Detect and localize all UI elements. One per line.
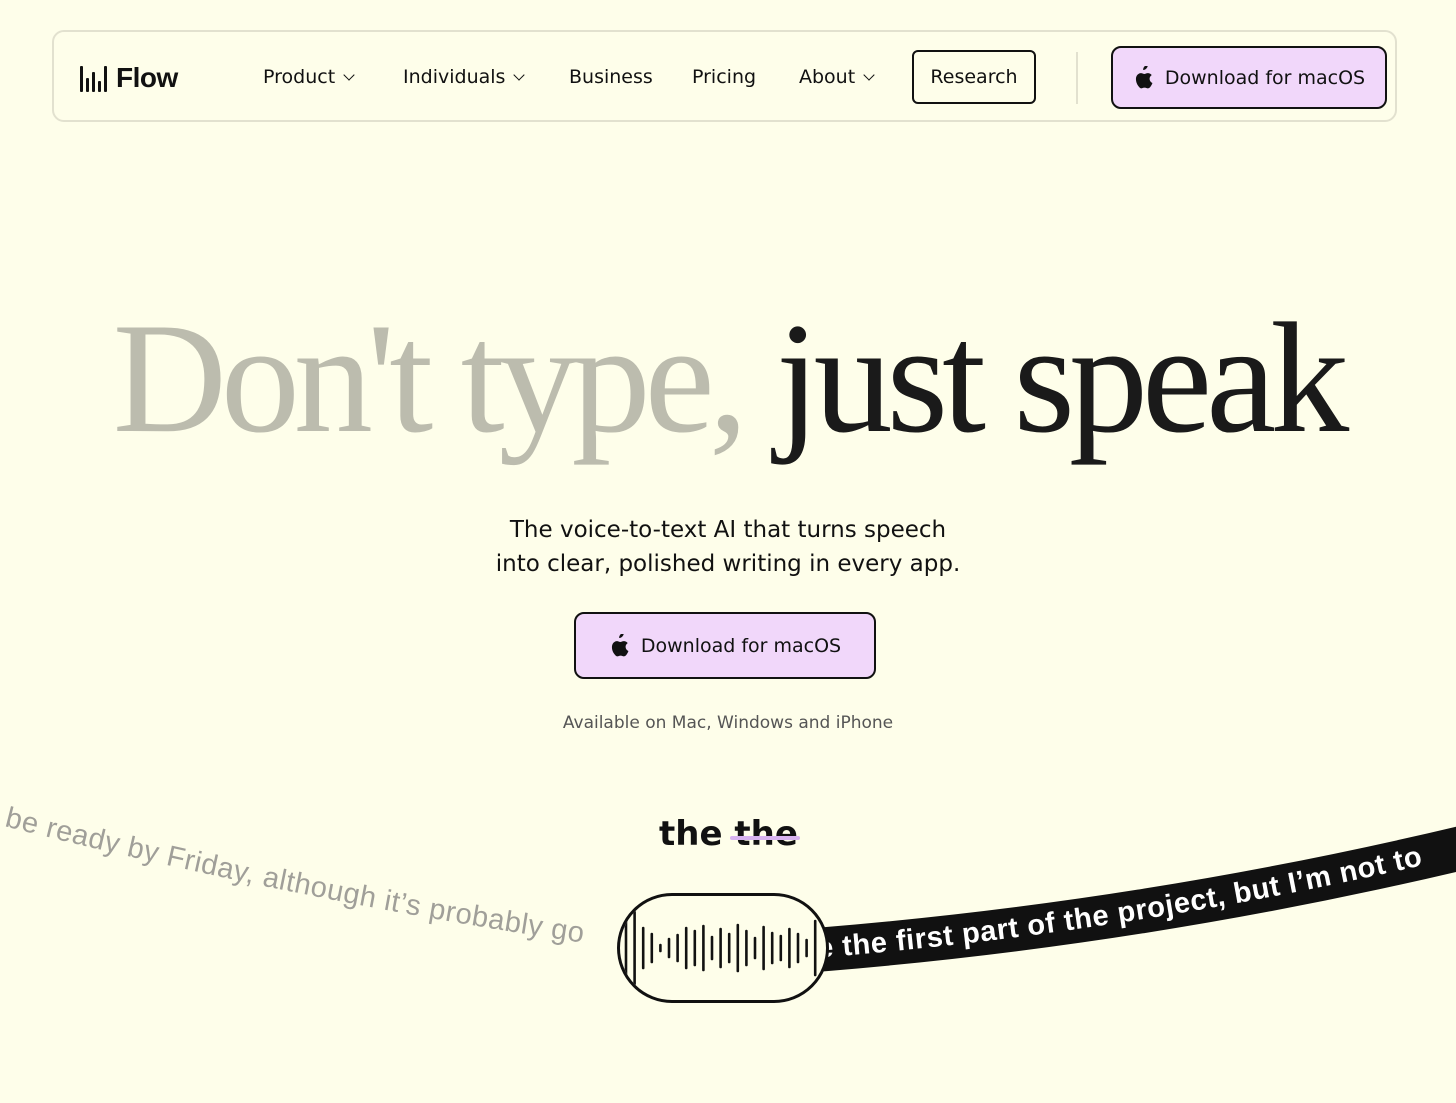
flow-logo[interactable]: Flow (80, 62, 178, 94)
waveform-bars-icon (80, 64, 107, 92)
chevron-down-icon (343, 68, 355, 81)
subtitle-line-2: into clear, polished writing in every ap… (495, 551, 961, 577)
nav-download-button[interactable]: Download for macOS (1111, 46, 1387, 109)
headline-muted: Don't type, (112, 291, 748, 466)
polished-text: e the first part of the project, but I’m… (816, 840, 1426, 964)
hero-download-label: Download for macOS (640, 634, 842, 657)
hero-subtitle: The voice-to-text AI that turns speech i… (0, 513, 1456, 581)
logo-text: Flow (116, 62, 178, 93)
nav-item-about[interactable]: About (799, 66, 875, 88)
chevron-down-icon (863, 68, 875, 81)
subtitle-line-1: The voice-to-text AI that turns speech (509, 517, 947, 543)
apple-icon (611, 633, 629, 656)
nav-item-label: Individuals (403, 66, 506, 88)
nav-item-label: About (799, 66, 856, 88)
nav-item-pricing[interactable]: Pricing (692, 66, 756, 88)
top-nav: Flow Product Individuals Business Pricin… (52, 30, 1397, 122)
nav-item-product[interactable]: Product (263, 66, 355, 88)
raw-speech-text: be ready by Friday, although it’s probab… (2, 802, 586, 950)
nav-divider (1076, 52, 1078, 104)
nav-item-label: Product (263, 66, 336, 88)
raw-speech-textpath: be ready by Friday, although it’s probab… (2, 802, 586, 950)
polished-textpath: e the first part of the project, but I’m… (816, 840, 1425, 964)
nav-item-label: Pricing (692, 66, 757, 88)
voice-waveform-pill[interactable] (617, 893, 829, 1003)
headline-strong: just speak (775, 291, 1350, 466)
chevron-down-icon (513, 68, 526, 81)
availability-note: Available on Mac, Windows and iPhone (562, 713, 894, 733)
research-button[interactable]: Research (912, 50, 1036, 104)
nav-download-label: Download for macOS (1164, 66, 1366, 89)
hero-download-button[interactable]: Download for macOS (574, 612, 876, 679)
nav-item-individuals[interactable]: Individuals (403, 66, 526, 88)
apple-icon (1135, 65, 1153, 88)
waveform-icon (624, 910, 817, 986)
nav-item-label: Business (569, 66, 653, 88)
nav-item-business[interactable]: Business (569, 66, 653, 88)
hero-headline: Don't type, just speak (0, 300, 1456, 458)
